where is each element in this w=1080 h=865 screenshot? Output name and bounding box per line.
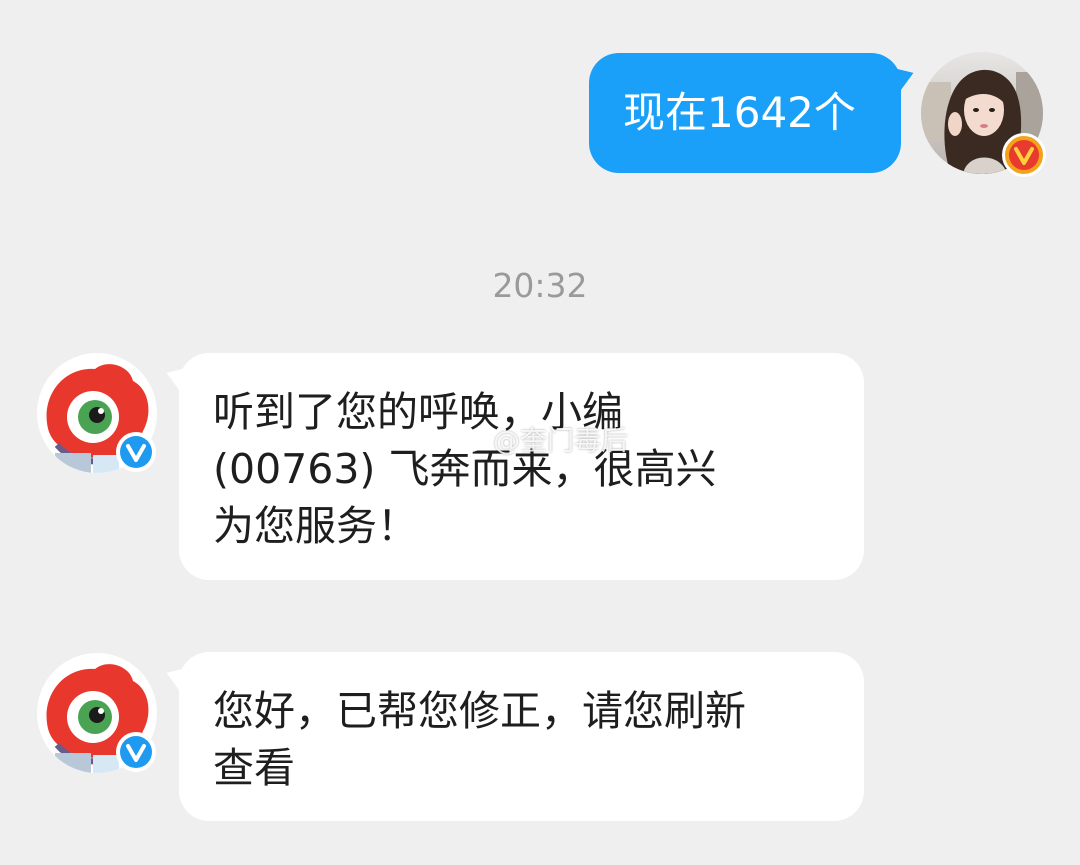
received-message-bubble[interactable]: 听到了您的呼唤，小编 (00763) 飞奔而来，很高兴 为您服务！ [179, 353, 864, 580]
message-line: 为您服务！ [213, 502, 418, 550]
watermark-text: @奎门毒后 [493, 425, 628, 457]
verified-v-badge-icon [115, 731, 157, 773]
message-line: 您好，已帮您修正，请您刷新 [213, 687, 746, 735]
verified-v-badge-icon [115, 431, 157, 473]
weibo-logo-icon [453, 425, 488, 453]
received-message-bubble[interactable]: 您好，已帮您修正，请您刷新 查看 [179, 652, 864, 821]
watermark: @奎门毒后 [453, 418, 628, 458]
sent-message-bubble[interactable]: 现在1642个 [589, 53, 901, 173]
message-timestamp: 20:32 [492, 266, 588, 305]
vip-v-badge-icon [1002, 133, 1046, 177]
sent-message-text: 现在1642个 [623, 88, 856, 137]
message-line: 查看 [213, 744, 295, 792]
